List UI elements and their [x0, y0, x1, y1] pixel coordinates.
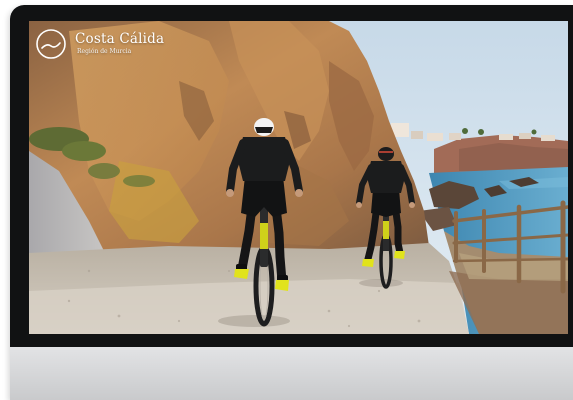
monitor-bezel: Costa Cálida Región de Murcia [10, 5, 573, 347]
brand-subtitle: Región de Murcia [77, 48, 132, 56]
video-screen[interactable]: Costa Cálida Región de Murcia [29, 21, 568, 334]
monitor: Costa Cálida Región de Murcia [10, 5, 573, 400]
brand-logo: Costa Cálida Región de Murcia [35, 28, 164, 60]
costa-calida-logo-icon [36, 29, 66, 59]
scene-illustration [29, 21, 568, 334]
monitor-chin [10, 347, 573, 400]
stage: Costa Cálida Región de Murcia [0, 0, 573, 400]
brand-text: Costa Cálida Región de Murcia [75, 30, 165, 56]
brand-title: Costa Cálida [75, 30, 165, 47]
